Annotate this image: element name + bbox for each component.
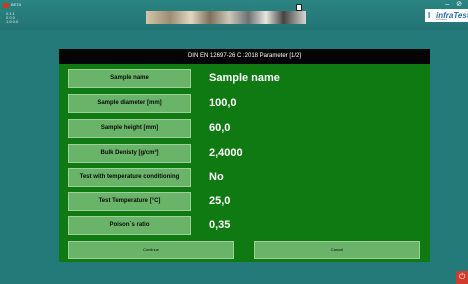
- logo-tagline: prüfsysteme: [436, 19, 447, 21]
- window-controls: – ⊘: [440, 1, 462, 9]
- param-value-sample-diameter[interactable]: 100,0: [209, 94, 237, 113]
- banner-marker: [296, 4, 302, 11]
- param-label-temperature-conditioning[interactable]: Test with temperature conditioning: [68, 168, 191, 187]
- dialog-title: DIN EN 12697-26 C :2018 Parameter [1/2]: [59, 49, 430, 64]
- param-label-bulk-density[interactable]: Bulk Denisty [g/cm³]: [68, 144, 191, 163]
- param-value-sample-name[interactable]: Sample name: [209, 69, 280, 88]
- param-value-temperature-conditioning[interactable]: No: [209, 168, 224, 187]
- close-icon[interactable]: ⊘: [456, 1, 462, 8]
- app-icon: [3, 3, 9, 8]
- notification-badge[interactable]: ⏻: [456, 271, 468, 284]
- param-label-test-temperature[interactable]: Test Temperature [°C]: [68, 192, 191, 211]
- cancel-button[interactable]: Cancel: [254, 241, 420, 259]
- param-label-sample-height[interactable]: Sample height [mm]: [68, 119, 191, 138]
- material-banner-image: [146, 11, 306, 24]
- param-value-poisons-ratio[interactable]: 0,35: [209, 216, 230, 235]
- app-label: BETA: [11, 2, 22, 7]
- status-info-panel: 0.1.1 0 0 0 1.5 0.0: [6, 12, 32, 24]
- param-value-sample-height[interactable]: 60,0: [209, 119, 230, 138]
- parameter-dialog: DIN EN 12697-26 C :2018 Parameter [1/2] …: [59, 49, 430, 262]
- param-label-poisons-ratio[interactable]: Poison´s ratio: [68, 216, 191, 235]
- logo-mark-icon: I: [428, 11, 431, 20]
- power-icon: ⏻: [459, 272, 466, 281]
- param-value-test-temperature[interactable]: 25,0: [209, 192, 230, 211]
- param-label-sample-name[interactable]: Sample name: [68, 69, 191, 88]
- param-label-sample-diameter[interactable]: Sample diameter [mm]: [68, 94, 191, 113]
- infratest-logo: I infraTest prüfsysteme: [425, 9, 468, 22]
- continue-button[interactable]: Continue: [68, 241, 234, 259]
- param-value-bulk-density[interactable]: 2,4000: [209, 144, 243, 163]
- minimize-button[interactable]: –: [445, 1, 449, 8]
- info-line: 1.5 0.0: [6, 19, 19, 24]
